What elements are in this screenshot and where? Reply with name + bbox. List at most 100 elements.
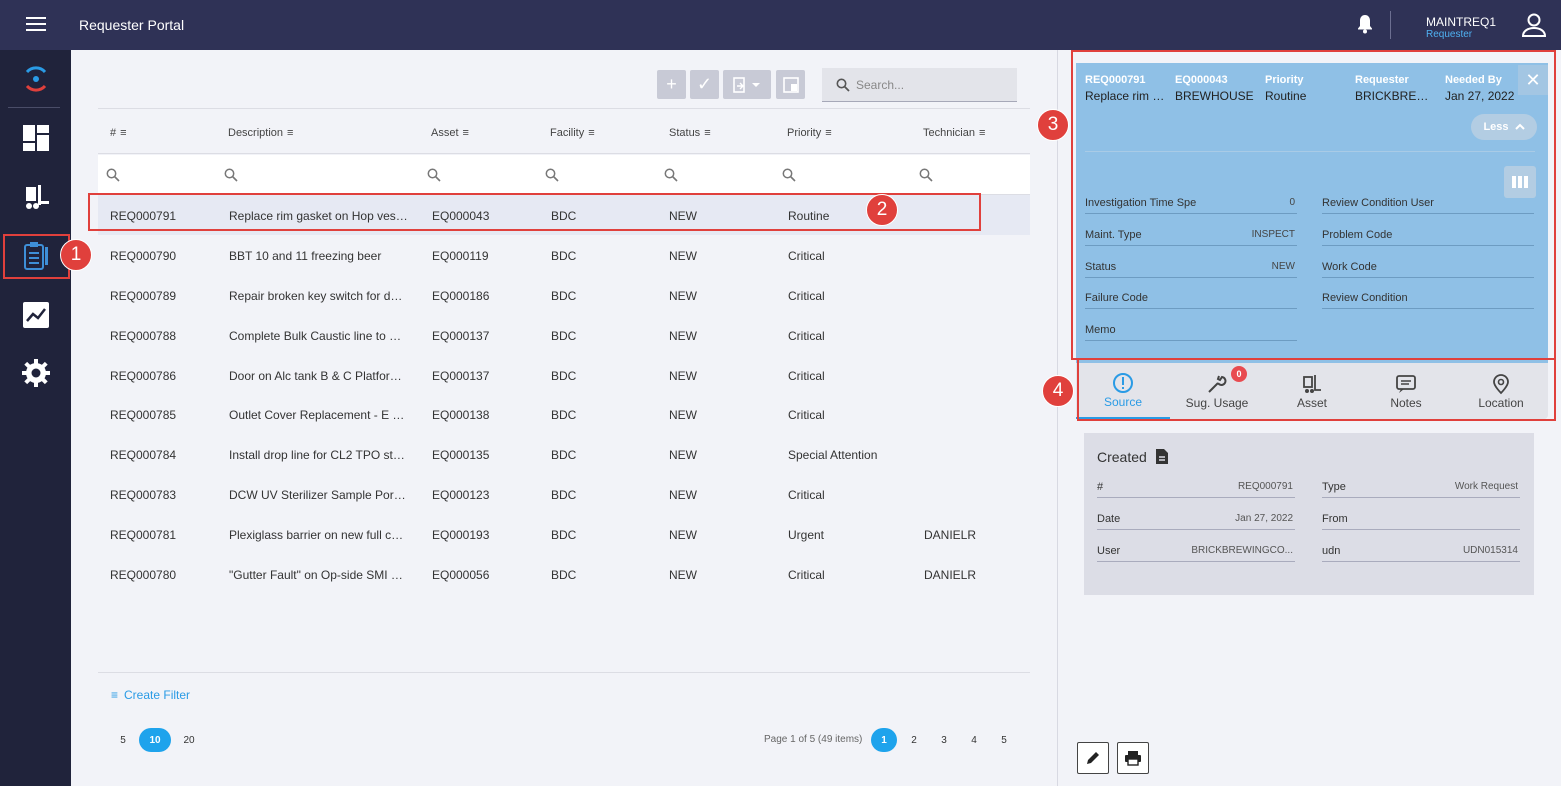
hamburger-menu-icon[interactable] [26,17,46,33]
cell-priority: Special Attention [788,448,878,462]
cell-asset: EQ000135 [432,448,490,462]
cell-asset: EQ000193 [432,528,490,542]
column-label: Status [669,127,701,139]
table-row[interactable]: REQ000780 "Gutter Fault" on Op-side SMI … [98,554,1030,594]
page-button-5[interactable]: 5 [991,728,1017,752]
cell-number: REQ000780 [110,568,177,582]
forklift-asset-icon[interactable] [0,172,71,222]
approve-button[interactable]: ✓ [690,70,719,99]
user-account-icon[interactable] [1521,12,1547,38]
page-size-5[interactable]: 5 [107,728,139,752]
column-header-description[interactable]: Description ≡ [228,127,293,139]
cell-priority: Critical [788,329,825,343]
filter-search-icon[interactable] [919,168,933,182]
filter-search-icon[interactable] [664,168,678,182]
annotation-box-4 [1077,358,1556,421]
edit-button[interactable] [1077,742,1109,774]
search-box[interactable] [822,68,1017,102]
add-button[interactable]: + [657,70,686,99]
filter-search-icon[interactable] [427,168,441,182]
cell-asset: EQ000138 [432,408,490,422]
cell-asset: EQ000137 [432,329,490,343]
filter-search-icon[interactable] [106,168,120,182]
logo-icon[interactable] [0,54,71,104]
column-header-number[interactable]: # ≡ [110,127,127,139]
created-field-type: Type Work Request [1322,478,1520,498]
side-rail [0,50,71,786]
top-bar: Requester Portal MAINTREQ1 Requester [0,0,1561,50]
layout-panel-button[interactable] [776,70,805,99]
table-row[interactable]: REQ000785 Outlet Cover Replacement - E C… [98,394,1030,434]
cell-description: Install drop line for CL2 TPO stati... [229,448,409,462]
field-value: BRICKBREWINGCO... [1191,545,1293,556]
column-filter-icon[interactable]: ≡ [588,127,594,139]
annotation-number-4: 4 [1042,375,1074,407]
search-input[interactable] [856,77,1006,92]
bell-icon[interactable] [1356,14,1374,34]
cell-asset: EQ000137 [432,369,490,383]
export-dropdown-button[interactable] [723,70,771,99]
page-size-10[interactable]: 10 [139,728,171,752]
user-role: Requester [1426,29,1473,40]
created-title: Created [1097,448,1169,465]
field-label: User [1097,545,1121,557]
column-header-technician[interactable]: Technician ≡ [923,127,985,139]
filter-search-icon[interactable] [224,168,238,182]
column-header-priority[interactable]: Priority ≡ [787,127,832,139]
annotation-number-2: 2 [866,194,898,226]
page-size-20[interactable]: 20 [173,728,205,752]
document-icon[interactable] [1155,448,1169,465]
print-button[interactable] [1117,742,1149,774]
grid-footer-divider [98,672,1030,673]
column-filter-icon[interactable]: ≡ [825,127,831,139]
field-value: Work Request [1454,481,1518,492]
filter-search-icon[interactable] [545,168,559,182]
cell-priority: Critical [788,369,825,383]
annotation-box-2 [88,193,981,231]
column-header-facility[interactable]: Facility ≡ [550,127,595,139]
dashboard-icon[interactable] [0,113,71,163]
page-button-1[interactable]: 1 [871,728,897,752]
grid-header: # ≡ Description ≡ Asset ≡ Facility ≡ Status ≡… [98,108,1030,154]
app-title: Requester Portal [79,17,185,33]
column-filter-icon[interactable]: ≡ [120,127,126,139]
cell-status: NEW [669,448,697,462]
page-button-4[interactable]: 4 [961,728,987,752]
column-filter-icon[interactable]: ≡ [704,127,710,139]
cell-priority: Critical [788,568,825,582]
trend-chart-icon[interactable] [0,290,71,340]
main-content: + ✓ #≡ Description≡ Asset≡ Facility≡ Sta… [71,50,1057,786]
table-row[interactable]: REQ000788 Complete Bulk Caustic line to … [98,315,1030,355]
page-button-2[interactable]: 2 [901,728,927,752]
field-value: Jan 27, 2022 [1235,513,1293,524]
created-title-label: Created [1097,448,1147,465]
page-button-3[interactable]: 3 [931,728,957,752]
column-filter-icon[interactable]: ≡ [463,127,469,139]
table-row[interactable]: REQ000790 BBT 10 and 11 freezing beer EQ… [98,235,1030,275]
column-header-status[interactable]: Status ≡ [669,127,711,139]
cell-status: NEW [669,369,697,383]
table-row[interactable]: REQ000783 DCW UV Sterilizer Sample Ports… [98,474,1030,514]
user-name[interactable]: MAINTREQ1 [1426,15,1496,29]
created-field-udn: udn UDN015314 [1322,542,1520,562]
filter-search-icon[interactable] [782,168,796,182]
printer-icon [1125,751,1141,766]
column-filter-icon[interactable]: ≡ [979,127,985,139]
column-header-asset[interactable]: Asset ≡ [431,127,469,139]
cell-facility: BDC [551,488,577,502]
cell-description: Outlet Cover Replacement - E Cell... [229,408,409,422]
cell-description: Repair broken key switch for door... [229,289,409,303]
table-row[interactable]: REQ000786 Door on Alc tank B & C Platfor… [98,355,1030,395]
table-row[interactable]: REQ000784 Install drop line for CL2 TPO … [98,434,1030,474]
cell-status: NEW [669,249,697,263]
field-label: Type [1322,481,1346,493]
cell-description: Door on Alc tank B & C Platform ... [229,369,409,383]
table-row[interactable]: REQ000789 Repair broken key switch for d… [98,275,1030,315]
settings-gear-icon[interactable] [0,348,71,398]
cell-description: Plexiglass barrier on new full cas... [229,528,409,542]
cell-description: DCW UV Sterilizer Sample Ports ... [229,488,409,502]
table-row[interactable]: REQ000781 Plexiglass barrier on new full… [98,514,1030,554]
create-filter-link[interactable]: ≡ Create Filter [111,688,190,702]
cell-priority: Critical [788,249,825,263]
column-filter-icon[interactable]: ≡ [287,127,293,139]
